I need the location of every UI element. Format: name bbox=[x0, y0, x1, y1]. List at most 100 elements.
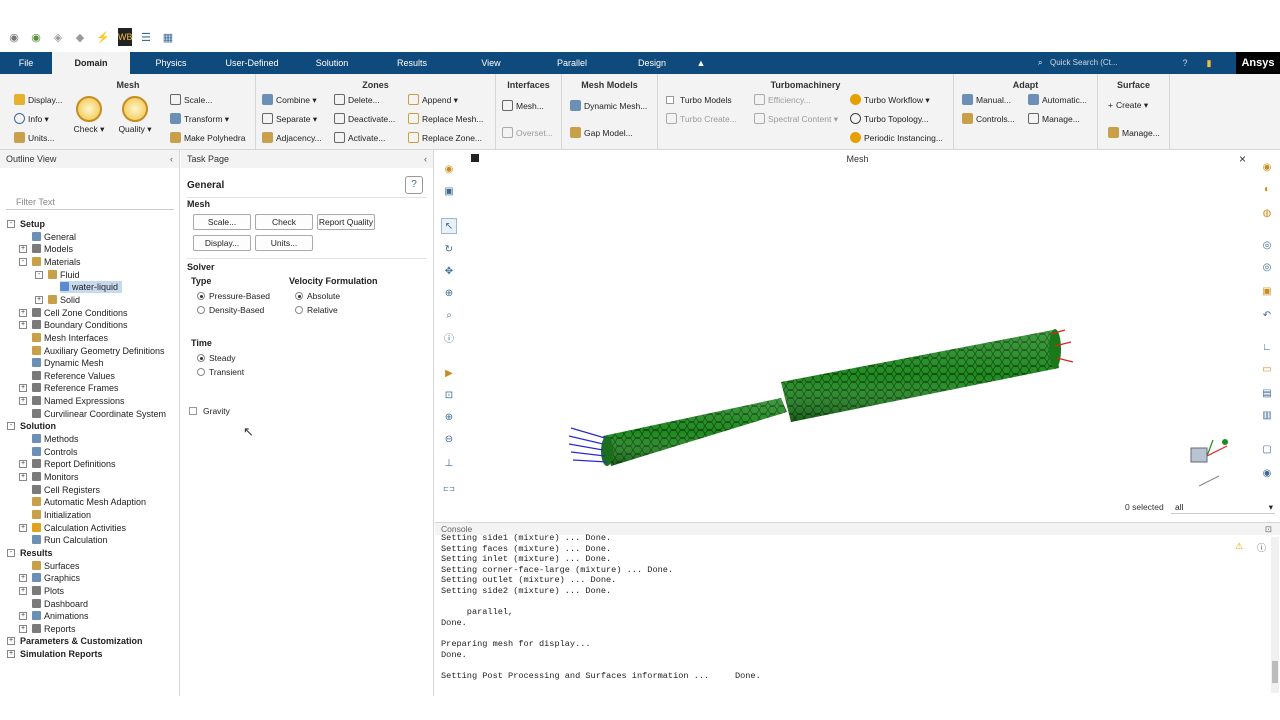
units-button[interactable]: Units... bbox=[255, 235, 313, 251]
tree-expander-icon[interactable]: + bbox=[19, 384, 27, 393]
selection-filter-dropdown[interactable]: all ▾ bbox=[1171, 500, 1275, 514]
load-icon[interactable]: ◉ bbox=[30, 32, 42, 44]
tree-item[interactable]: Solution bbox=[20, 420, 56, 432]
adapt-manage-button[interactable]: Manage... bbox=[1028, 111, 1080, 127]
turbo-create-button[interactable]: Turbo Create... bbox=[666, 111, 737, 127]
tree-expander-icon[interactable]: - bbox=[19, 257, 27, 266]
zones-delete-button[interactable]: Delete... bbox=[334, 92, 380, 108]
tab-domain[interactable]: Domain bbox=[52, 52, 130, 74]
tree-item[interactable]: Surfaces bbox=[32, 560, 80, 572]
mesh-info-button[interactable]: Info ▾ bbox=[14, 111, 49, 127]
replace-mesh-button[interactable]: Replace Mesh... bbox=[408, 111, 483, 127]
surface-manage-button[interactable]: Manage... bbox=[1108, 125, 1160, 141]
tree-item[interactable]: Results bbox=[20, 547, 53, 559]
tab-parallel[interactable]: Parallel bbox=[542, 52, 602, 74]
tree-expander-icon[interactable]: + bbox=[19, 321, 27, 330]
adapt-automatic-button[interactable]: Automatic... bbox=[1028, 92, 1087, 108]
tree-expander-icon[interactable]: + bbox=[7, 637, 15, 646]
turbo-models-checkbox[interactable]: Turbo Models bbox=[666, 92, 732, 108]
spectral-content-button[interactable]: Spectral Content ▾ bbox=[754, 111, 838, 127]
tree-item[interactable]: Calculation Activities bbox=[32, 522, 126, 534]
interfaces-overset-button[interactable]: Overset... bbox=[502, 125, 553, 141]
tree-expander-icon[interactable]: + bbox=[19, 574, 27, 583]
tree-item[interactable]: General bbox=[32, 231, 76, 243]
tree-item[interactable]: Monitors bbox=[32, 471, 79, 483]
efficiency-button[interactable]: Efficiency... bbox=[754, 92, 811, 108]
mesh-viewport[interactable] bbox=[435, 150, 1280, 520]
zones-adjacency-button[interactable]: Adjacency... bbox=[262, 130, 322, 146]
console-maximize-icon[interactable]: ⊡ bbox=[1265, 523, 1272, 535]
dynamic-mesh-button[interactable]: Dynamic Mesh... bbox=[570, 98, 647, 114]
adapt-manual-button[interactable]: Manual... bbox=[962, 92, 1011, 108]
tree-item[interactable]: Methods bbox=[32, 433, 79, 445]
turbo-topology-button[interactable]: Turbo Topology... bbox=[850, 111, 929, 127]
tree-item[interactable]: Initialization bbox=[32, 509, 91, 521]
tree-expander-icon[interactable]: + bbox=[7, 650, 15, 659]
tree-expander-icon[interactable]: + bbox=[19, 612, 27, 621]
tree-item[interactable]: Curvilinear Coordinate System bbox=[32, 408, 166, 420]
console-scroll-thumb[interactable] bbox=[1272, 661, 1278, 683]
zones-combine-button[interactable]: Combine ▾ bbox=[262, 92, 317, 108]
tree-item[interactable]: Graphics bbox=[32, 572, 80, 584]
tab-view[interactable]: View bbox=[466, 52, 516, 74]
tree-expander-icon[interactable]: + bbox=[19, 397, 27, 406]
make-polyhedra-button[interactable]: Make Polyhedra bbox=[170, 130, 245, 146]
collapse-task-icon[interactable]: ‹ bbox=[424, 150, 427, 168]
density-based-radio[interactable]: Density-Based bbox=[197, 305, 264, 316]
relative-radio[interactable]: Relative bbox=[295, 305, 338, 316]
zones-deactivate-button[interactable]: Deactivate... bbox=[334, 111, 395, 127]
help-button[interactable]: ? bbox=[405, 176, 423, 194]
tree-expander-icon[interactable]: + bbox=[35, 295, 43, 304]
tree-item[interactable]: Fluid bbox=[48, 269, 80, 281]
tree-expander-icon[interactable]: - bbox=[7, 548, 15, 557]
tab-physics[interactable]: Physics bbox=[140, 52, 202, 74]
tree-item[interactable]: Report Definitions bbox=[32, 458, 116, 470]
display-button[interactable]: Display... bbox=[193, 235, 251, 251]
tree-expander-icon[interactable]: + bbox=[19, 523, 27, 532]
tree-expander-icon[interactable]: + bbox=[19, 624, 27, 633]
mesh-units-button[interactable]: Units... bbox=[14, 130, 54, 146]
tree-item[interactable]: water-liquid bbox=[60, 281, 123, 294]
tree-expander-icon[interactable]: - bbox=[7, 422, 15, 431]
mesh-quality-button[interactable]: Quality ▾ bbox=[118, 96, 152, 135]
tree-expander-icon[interactable]: - bbox=[35, 270, 43, 279]
collapse-ribbon-icon[interactable]: ▲ bbox=[692, 52, 710, 74]
scale-button[interactable]: Scale... bbox=[193, 214, 251, 230]
quick-search-input[interactable]: ⌕ Quick Search (Ct... bbox=[1036, 55, 1136, 71]
tree-item[interactable]: Solid bbox=[48, 294, 80, 306]
tree-item[interactable]: Mesh Interfaces bbox=[32, 332, 108, 344]
console-log[interactable]: Setting side1 (mixture) ... Done. Setting… bbox=[441, 533, 1261, 681]
tree-item[interactable]: Simulation Reports bbox=[20, 648, 103, 660]
tree-expander-icon[interactable]: + bbox=[19, 460, 27, 469]
adapt-controls-button[interactable]: Controls... bbox=[962, 111, 1015, 127]
mesh-check-button[interactable]: Check ▾ bbox=[72, 96, 106, 135]
tab-design[interactable]: Design bbox=[624, 52, 680, 74]
gap-model-button[interactable]: Gap Model... bbox=[570, 125, 633, 141]
tree-expander-icon[interactable]: - bbox=[7, 220, 15, 228]
tab-solution[interactable]: Solution bbox=[302, 52, 362, 74]
workbench-icon[interactable]: WB bbox=[118, 28, 133, 46]
tree-item[interactable]: Reports bbox=[32, 623, 76, 635]
tree-expander-icon[interactable]: + bbox=[19, 586, 27, 595]
tree-item[interactable]: Materials bbox=[32, 256, 81, 268]
tree-item[interactable]: Named Expressions bbox=[32, 395, 125, 407]
tree-item[interactable]: Plots bbox=[32, 585, 64, 597]
filter-text-input[interactable]: Filter Text bbox=[6, 194, 174, 210]
tab-results[interactable]: Results bbox=[382, 52, 442, 74]
tree-item[interactable]: Reference Values bbox=[32, 370, 115, 382]
report-quality-button[interactable]: Report Quality bbox=[317, 214, 375, 230]
collapse-outline-icon[interactable]: ‹ bbox=[170, 150, 173, 168]
tree-item[interactable]: Dynamic Mesh bbox=[32, 357, 104, 369]
turbo-workflow-button[interactable]: Turbo Workflow ▾ bbox=[850, 92, 930, 108]
tree-expander-icon[interactable]: + bbox=[19, 473, 27, 481]
absolute-radio[interactable]: Absolute bbox=[295, 291, 340, 302]
tree-item[interactable]: Models bbox=[32, 243, 73, 255]
lightning-icon[interactable]: ⚡ bbox=[96, 32, 110, 44]
mesh-display-button[interactable]: Display... bbox=[14, 92, 62, 108]
parameters-icon[interactable]: ☰ bbox=[140, 32, 152, 44]
help-icon[interactable]: ? bbox=[1176, 52, 1194, 74]
tree-item[interactable]: Automatic Mesh Adaption bbox=[32, 496, 146, 508]
tree-item[interactable]: Setup bbox=[20, 218, 45, 230]
zones-activate-button[interactable]: Activate... bbox=[334, 130, 385, 146]
mesh-scale-button[interactable]: Scale... bbox=[170, 92, 212, 108]
